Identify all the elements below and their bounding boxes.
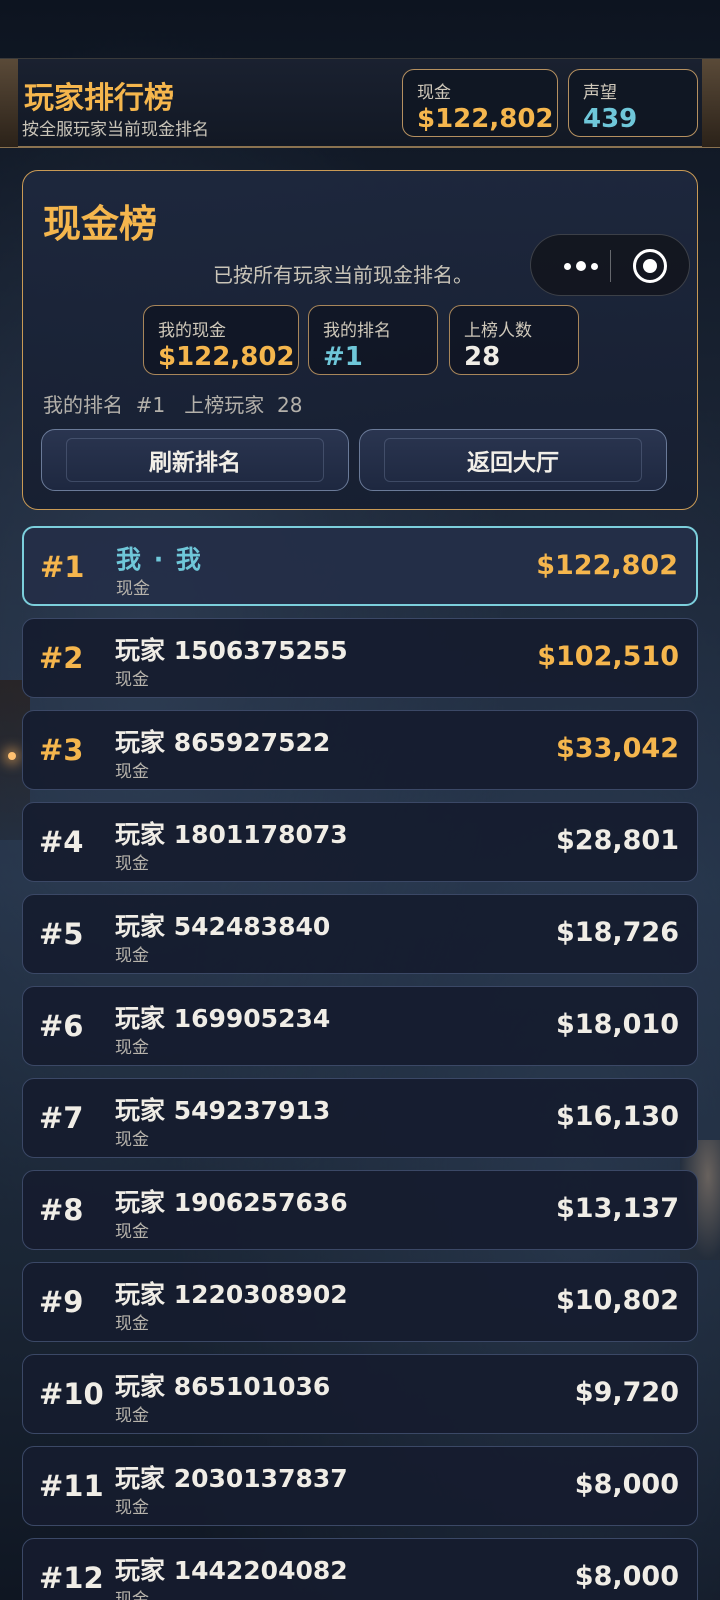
my-rank-value: #1 xyxy=(323,342,363,372)
cash-stat: 现金 $122,802 xyxy=(402,69,558,137)
cash-amount: $13,137 xyxy=(556,1193,679,1224)
back-to-lobby-button[interactable]: 返回大厅 xyxy=(359,429,667,491)
cash-stat-label: 现金 xyxy=(417,83,451,103)
rank-number: #4 xyxy=(39,825,84,859)
row-metric-label: 现金 xyxy=(115,1130,149,1150)
leaderboard-row[interactable]: #5 玩家 542483840 现金 $18,726 xyxy=(22,894,698,974)
cash-amount: $122,802 xyxy=(536,550,678,581)
rank-number: #9 xyxy=(39,1285,84,1319)
row-metric-label: 现金 xyxy=(115,670,149,690)
top-header: 玩家排行榜 按全服玩家当前现金排名 现金 $122,802 声望 439 xyxy=(0,58,720,148)
card-title: 现金榜 xyxy=(43,202,158,246)
rank-number: #1 xyxy=(40,550,85,584)
player-name: 玩家 169905234 xyxy=(115,1004,331,1033)
row-metric-label: 现金 xyxy=(115,1038,149,1058)
leaderboard-row-me[interactable]: #1 我 · 我现金 $122,802 xyxy=(22,526,698,606)
cash-amount: $18,726 xyxy=(556,917,679,948)
cash-amount: $102,510 xyxy=(537,641,679,672)
player-name: 玩家 1506375255 xyxy=(115,636,348,665)
reputation-stat-value: 439 xyxy=(583,104,638,134)
card-description: 已按所有玩家当前现金排名。 xyxy=(213,263,473,287)
cash-amount: $8,000 xyxy=(574,1469,679,1500)
row-metric-label: 现金 xyxy=(115,854,149,874)
refresh-ranking-button[interactable]: 刷新排名 xyxy=(41,429,349,491)
player-name: 玩家 865101036 xyxy=(115,1372,331,1401)
leaderboard-row[interactable]: #3 玩家 865927522 现金 $33,042 xyxy=(22,710,698,790)
ranked-count-value: 28 xyxy=(464,342,501,372)
my-rank-box: 我的排名 #1 xyxy=(308,305,438,375)
leaderboard-row[interactable]: #6 玩家 169905234 现金 $18,010 xyxy=(22,986,698,1066)
page-title: 玩家排行榜 xyxy=(24,81,174,116)
player-name: 玩家 1220308902 xyxy=(115,1280,348,1309)
player-name: 玩家 1801178073 xyxy=(115,820,348,849)
rank-number: #11 xyxy=(39,1469,104,1503)
background-lantern xyxy=(8,752,16,760)
my-cash-box: 我的现金 $122,802 xyxy=(143,305,299,375)
leaderboard-row[interactable]: #9 玩家 1220308902 现金 $10,802 xyxy=(22,1262,698,1342)
row-metric-label: 现金 xyxy=(115,1590,149,1600)
leaderboard-row[interactable]: #12 玩家 1442204082 现金 $8,000 xyxy=(22,1538,698,1600)
row-metric-label: 现金 xyxy=(115,762,149,782)
cash-amount: $10,802 xyxy=(556,1285,679,1316)
cash-leaderboard-card: 现金榜 已按所有玩家当前现金排名。 我的现金 $122,802 我的排名 #1 … xyxy=(22,170,698,510)
rank-number: #6 xyxy=(39,1009,84,1043)
rank-number: #12 xyxy=(39,1561,104,1595)
cash-amount: $18,010 xyxy=(556,1009,679,1040)
rank-number: #10 xyxy=(39,1377,104,1411)
refresh-ranking-label: 刷新排名 xyxy=(149,450,241,476)
capsule-divider xyxy=(610,250,611,282)
rank-number: #3 xyxy=(39,733,84,767)
miniprogram-capsule xyxy=(530,234,690,296)
cash-amount: $33,042 xyxy=(556,733,679,764)
back-to-lobby-label: 返回大厅 xyxy=(467,450,559,476)
player-name: 玩家 1906257636 xyxy=(115,1188,348,1217)
leaderboard-row[interactable]: #2 玩家 1506375255 现金 $102,510 xyxy=(22,618,698,698)
rank-number: #2 xyxy=(39,641,84,675)
rank-number: #7 xyxy=(39,1101,84,1135)
player-name: 玩家 549237913 xyxy=(115,1096,331,1125)
rank-number: #5 xyxy=(39,917,84,951)
rank-number: #8 xyxy=(39,1193,84,1227)
player-name: 玩家 542483840 xyxy=(115,912,331,941)
player-name: 玩家 865927522 xyxy=(115,728,331,757)
leaderboard-row[interactable]: #10 玩家 865101036 现金 $9,720 xyxy=(22,1354,698,1434)
leaderboard-row[interactable]: #11 玩家 2030137837 现金 $8,000 xyxy=(22,1446,698,1526)
row-metric-label: 现金 xyxy=(115,1406,149,1426)
close-circle-icon[interactable] xyxy=(633,249,667,283)
row-metric-label: 现金 xyxy=(115,1222,149,1242)
cash-stat-value: $122,802 xyxy=(417,104,554,134)
player-name: 玩家 2030137837 xyxy=(115,1464,348,1493)
ranked-count-label: 上榜人数 xyxy=(464,321,532,341)
row-metric-label: 现金 xyxy=(115,946,149,966)
cash-amount: $28,801 xyxy=(556,825,679,856)
page-subtitle: 按全服玩家当前现金排名 xyxy=(22,120,209,140)
leaderboard-row[interactable]: #4 玩家 1801178073 现金 $28,801 xyxy=(22,802,698,882)
player-name: 玩家 1442204082 xyxy=(115,1556,348,1585)
row-metric-label: 现金 xyxy=(116,579,150,599)
my-rank-label: 我的排名 xyxy=(323,321,391,341)
my-cash-value: $122,802 xyxy=(158,342,295,372)
my-cash-label: 我的现金 xyxy=(158,321,226,341)
leaderboard-row[interactable]: #7 玩家 549237913 现金 $16,130 xyxy=(22,1078,698,1158)
cash-amount: $16,130 xyxy=(556,1101,679,1132)
reputation-stat-label: 声望 xyxy=(583,83,617,103)
ranked-count-box: 上榜人数 28 xyxy=(449,305,579,375)
more-dots-icon[interactable] xyxy=(553,247,609,285)
rank-info-line: 我的排名 #1 上榜玩家 28 xyxy=(43,393,303,417)
player-name: 我 · 我 xyxy=(116,545,203,574)
reputation-stat: 声望 439 xyxy=(568,69,698,137)
leaderboard-row[interactable]: #8 玩家 1906257636 现金 $13,137 xyxy=(22,1170,698,1250)
row-metric-label: 现金 xyxy=(115,1314,149,1334)
row-metric-label: 现金 xyxy=(115,1498,149,1518)
leaderboard-list: #1 我 · 我现金 $122,802 #2 玩家 1506375255 现金 $102,5… xyxy=(22,526,698,1600)
cash-amount: $9,720 xyxy=(574,1377,679,1408)
cash-amount: $8,000 xyxy=(574,1561,679,1592)
